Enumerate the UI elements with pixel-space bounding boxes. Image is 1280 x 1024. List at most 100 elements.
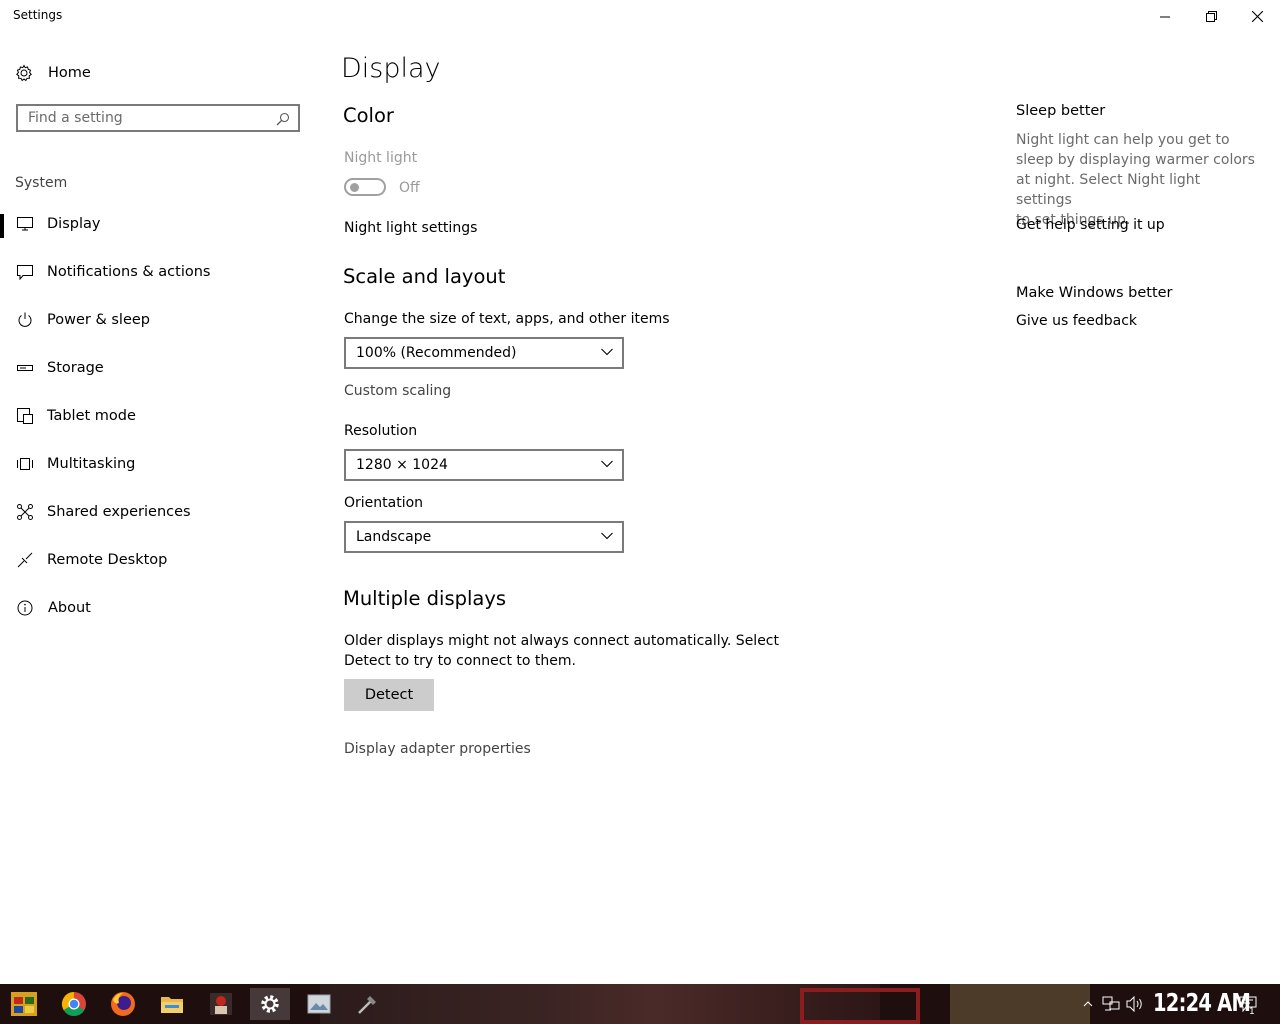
- notification-count-badge: 1: [1249, 1007, 1255, 1017]
- multiple-displays-description-line1: Older displays might not always connect …: [344, 633, 779, 649]
- taskbar-settings[interactable]: [250, 988, 290, 1020]
- sidebar-item-label: About: [48, 600, 91, 616]
- orientation-value: Landscape: [356, 529, 432, 545]
- image-viewer-icon: [307, 994, 331, 1014]
- resolution-dropdown[interactable]: 1280 × 1024: [344, 449, 624, 481]
- close-button[interactable]: [1234, 0, 1280, 32]
- night-light-label: Night light: [344, 150, 418, 166]
- volume-icon: [1126, 996, 1142, 1012]
- night-light-toggle[interactable]: [344, 178, 386, 196]
- sidebar-item-label: Remote Desktop: [47, 552, 168, 568]
- start-icon: [11, 992, 37, 1016]
- close-icon: [1251, 10, 1263, 22]
- sidebar-item-multitasking[interactable]: Multitasking: [0, 444, 320, 484]
- minimize-button[interactable]: [1142, 0, 1188, 32]
- chrome-icon: [61, 992, 86, 1017]
- give-feedback-link[interactable]: Give us feedback: [1016, 313, 1137, 329]
- shared-experiences-icon: [16, 503, 34, 521]
- sidebar-item-shared-experiences[interactable]: Shared experiences: [0, 492, 320, 532]
- sleep-better-line: at night. Select Night light settings: [1016, 172, 1201, 208]
- restore-button[interactable]: [1188, 0, 1234, 32]
- firefox-icon: [111, 992, 135, 1016]
- resolution-label: Resolution: [344, 423, 418, 439]
- sidebar-item-label: Storage: [47, 360, 104, 376]
- section-title-multiple-displays: Multiple displays: [343, 587, 507, 610]
- wallpaper-fragment: [320, 984, 880, 1024]
- taskbar: 12:24 AM: [0, 984, 1280, 1024]
- make-windows-better-heading: Make Windows better: [1016, 285, 1173, 301]
- multitasking-icon: [16, 455, 34, 473]
- info-icon: [16, 599, 34, 617]
- sidebar-item-label: Display: [47, 216, 101, 232]
- search-box[interactable]: [16, 104, 300, 132]
- network-icon: [1102, 996, 1120, 1011]
- tray-volume[interactable]: [1125, 992, 1145, 1016]
- taskbar-firefox[interactable]: [103, 988, 143, 1020]
- tray-network[interactable]: [1101, 992, 1121, 1016]
- section-header-system: System: [15, 175, 68, 191]
- file-explorer-icon: [161, 997, 183, 1013]
- sleep-better-heading: Sleep better: [1016, 103, 1106, 119]
- chevron-down-icon: [601, 532, 613, 540]
- sidebar-item-label: Multitasking: [47, 456, 136, 472]
- gear-icon: [16, 64, 32, 82]
- start-button[interactable]: [4, 988, 44, 1020]
- sleep-better-line: sleep by displaying warmer colors: [1016, 152, 1255, 168]
- tablet-mode-icon: [16, 407, 34, 425]
- multiple-displays-description-line2: Detect to try to connect to them.: [344, 653, 576, 669]
- sidebar-item-tablet-mode[interactable]: Tablet mode: [0, 396, 320, 436]
- page-title: Display: [341, 53, 441, 84]
- scale-dropdown[interactable]: 100% (Recommended): [344, 337, 624, 369]
- section-title-scale-layout: Scale and layout: [343, 265, 506, 288]
- resolution-value: 1280 × 1024: [356, 457, 448, 473]
- custom-scaling-link[interactable]: Custom scaling: [344, 383, 451, 399]
- size-label: Change the size of text, apps, and other…: [344, 311, 670, 327]
- storage-icon: [16, 359, 34, 377]
- search-icon[interactable]: [276, 112, 290, 126]
- taskbar-clock[interactable]: 12:24 AM: [1153, 988, 1251, 1017]
- sidebar-item-label: Power & sleep: [47, 312, 150, 328]
- taskbar-file-explorer[interactable]: [152, 988, 192, 1020]
- sidebar-item-about[interactable]: About: [0, 588, 320, 628]
- toggle-knob: [350, 183, 359, 192]
- sleep-better-line: Night light can help you get to: [1016, 132, 1230, 148]
- taskbar-image-viewer[interactable]: [299, 988, 339, 1020]
- get-help-link[interactable]: Get help setting it up: [1016, 217, 1165, 233]
- tray-show-hidden[interactable]: [1078, 992, 1098, 1016]
- photo-app-icon: [210, 993, 232, 1015]
- home-nav-item[interactable]: Home: [15, 61, 91, 85]
- night-light-state: Off: [399, 180, 420, 196]
- taskbar-photo-app[interactable]: [201, 988, 241, 1020]
- wallpaper-fragment: [800, 988, 920, 1024]
- chevron-down-icon: [601, 348, 613, 356]
- orientation-dropdown[interactable]: Landscape: [344, 521, 624, 553]
- sidebar-item-notifications[interactable]: Notifications & actions: [0, 252, 320, 292]
- taskbar-tool[interactable]: [348, 988, 388, 1020]
- minimize-icon: [1159, 16, 1170, 17]
- tool-icon: [358, 996, 376, 1014]
- sleep-better-text: Night light can help you get to sleep by…: [1016, 130, 1256, 230]
- sidebar-item-power-sleep[interactable]: Power & sleep: [0, 300, 320, 340]
- chevron-down-icon: [601, 460, 613, 468]
- night-light-settings-link[interactable]: Night light settings: [344, 220, 477, 236]
- sidebar-item-remote-desktop[interactable]: Remote Desktop: [0, 540, 320, 580]
- detect-button[interactable]: Detect: [344, 679, 434, 711]
- power-icon: [16, 311, 34, 329]
- sidebar-item-label: Notifications & actions: [47, 264, 211, 280]
- window-title: Settings: [13, 8, 63, 22]
- search-input[interactable]: [18, 106, 268, 130]
- restore-icon: [1205, 10, 1217, 22]
- home-label: Home: [48, 65, 91, 81]
- wallpaper-fragment: [950, 984, 1090, 1024]
- sidebar-item-display[interactable]: Display: [0, 204, 320, 244]
- remote-desktop-icon: [16, 551, 34, 569]
- action-center-button[interactable]: [1238, 992, 1258, 1016]
- sidebar-item-storage[interactable]: Storage: [0, 348, 320, 388]
- sidebar-item-label: Tablet mode: [47, 408, 136, 424]
- orientation-label: Orientation: [344, 495, 424, 511]
- settings-gear-icon: [261, 995, 279, 1013]
- taskbar-chrome[interactable]: [54, 988, 94, 1020]
- display-adapter-properties-link[interactable]: Display adapter properties: [344, 741, 531, 757]
- notification-icon: [16, 263, 34, 281]
- monitor-icon: [16, 215, 34, 233]
